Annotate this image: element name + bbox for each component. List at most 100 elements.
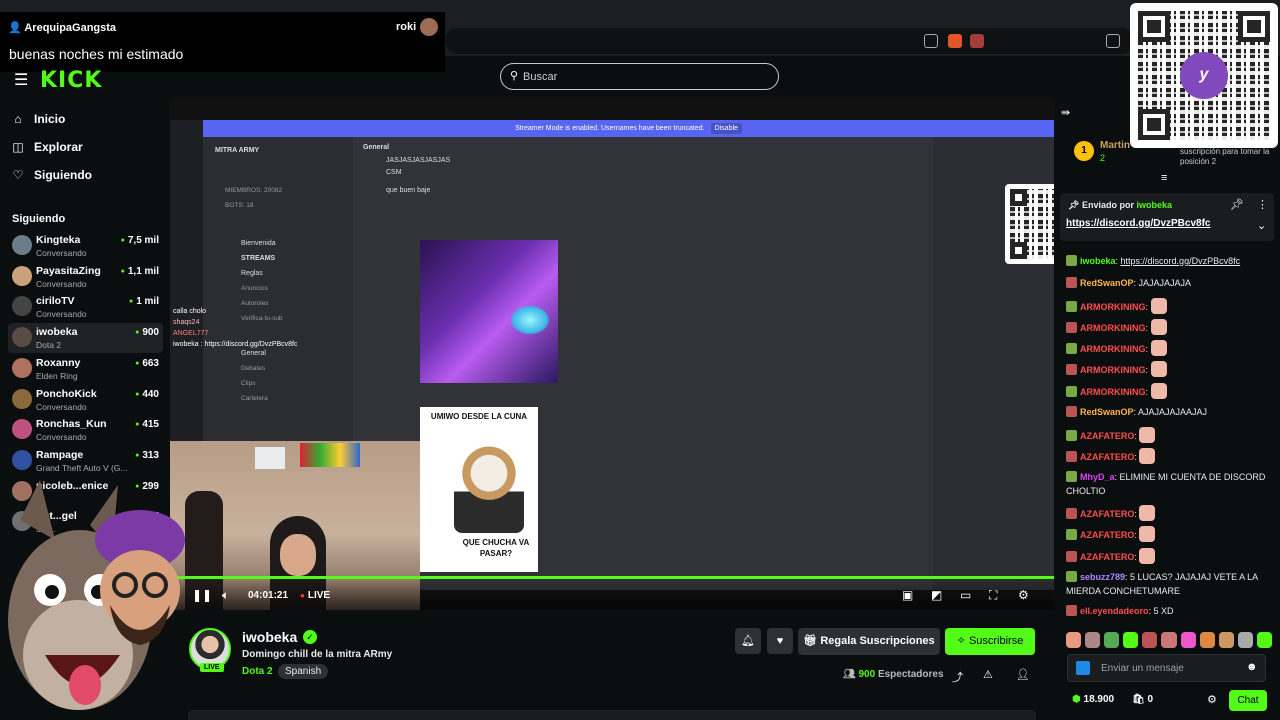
pause-icon[interactable]: ❚❚: [192, 588, 212, 602]
stream-time: 04:01:21: [248, 590, 289, 601]
search-input[interactable]: [523, 68, 763, 85]
brave-shield-icon[interactable]: [948, 34, 962, 48]
chat-input-box[interactable]: ☻: [1067, 654, 1266, 682]
chat-send-button[interactable]: Chat: [1229, 690, 1267, 711]
pip-icon[interactable]: ▣: [902, 588, 913, 602]
emote-icon[interactable]: [1066, 632, 1082, 648]
badge-icon: [1066, 277, 1077, 288]
gift-subs-button[interactable]: 🎁︎ Regala Suscripciones: [798, 628, 940, 655]
chat-username[interactable]: ARMORKINING: [1080, 387, 1146, 397]
emote-icon[interactable]: [1161, 632, 1177, 648]
following-item[interactable]: iwobekaDota 2 900: [8, 323, 163, 354]
search-box[interactable]: ⚲: [500, 63, 779, 90]
filter-icon[interactable]: ≡: [1161, 172, 1167, 184]
emote-icon[interactable]: [1256, 632, 1273, 648]
following-viewers: 663: [135, 358, 159, 369]
report-icon[interactable]: ⚠: [983, 668, 993, 681]
menu-icon[interactable]: ☰: [14, 70, 28, 90]
top-gifter-rank: 1: [1074, 141, 1094, 161]
chat-username[interactable]: iwobeka: [1080, 256, 1116, 266]
chat-username[interactable]: ARMORKINING: [1080, 302, 1146, 312]
chat-username[interactable]: AZAFATERO: [1080, 431, 1134, 441]
following-item[interactable]: PonchoKickConversando 440: [8, 385, 163, 415]
emote-icon[interactable]: [1237, 632, 1253, 648]
chat-username[interactable]: RedSwanOP: [1080, 407, 1134, 417]
following-viewers: 1,1 mil: [121, 266, 159, 277]
volume-icon[interactable]: 🔈︎: [222, 588, 229, 603]
chat-input[interactable]: [1101, 661, 1241, 676]
badge-icon: [1066, 406, 1077, 417]
sidebar-item-explorar[interactable]: ◫ Explorar: [12, 140, 82, 154]
following-item[interactable]: Ronchas_KunConversando 415: [8, 415, 163, 445]
chat-username[interactable]: AZAFATERO: [1080, 509, 1134, 519]
chat-username[interactable]: AZAFATERO: [1080, 530, 1134, 540]
sidebar-item-siguiendo[interactable]: ♡ Siguiendo: [12, 168, 92, 182]
chevron-down-icon[interactable]: ⌄: [1257, 219, 1266, 232]
following-item[interactable]: ciriloTVConversando 1 mil: [8, 292, 163, 322]
chat-text[interactable]: https://discord.gg/DvzPBcv8fc: [1121, 256, 1241, 266]
language-tag[interactable]: Spanish: [278, 664, 329, 679]
following-viewers: 7,5 mil: [121, 235, 159, 246]
subscribe-button[interactable]: ✧ Suscribirse: [945, 628, 1035, 655]
emote-icon[interactable]: [1218, 632, 1234, 648]
pinned-link[interactable]: https://discord.gg/DvzPBcv8fc: [1066, 218, 1210, 229]
chat-username[interactable]: RedSwanOP: [1080, 278, 1134, 288]
more-options-icon[interactable]: ⋮: [1257, 198, 1268, 211]
settings-icon[interactable]: ⚙: [1018, 588, 1029, 602]
tab-manager-icon[interactable]: [1106, 34, 1120, 48]
chat-username[interactable]: MhyD_a: [1080, 472, 1115, 482]
chat-username[interactable]: ell.eyendadeoro: [1080, 606, 1149, 616]
emote-icon[interactable]: [1123, 632, 1139, 648]
share-icon[interactable]: [924, 34, 938, 48]
following-item[interactable]: RampageGrand Theft Auto V (G... 313: [8, 446, 163, 476]
clip-icon[interactable]: ◩: [931, 588, 942, 602]
avatar: [12, 296, 32, 317]
chat-username[interactable]: AZAFATERO: [1080, 552, 1134, 562]
emote-icon[interactable]: [1085, 632, 1101, 648]
chat-settings-icon[interactable]: ⚙: [1207, 693, 1217, 706]
avatar: [12, 357, 32, 378]
kick-logo[interactable]: KICK: [40, 68, 102, 93]
chat-text: 5 XD: [1153, 606, 1174, 616]
sidebar-item-inicio[interactable]: ⌂ Inicio: [12, 112, 65, 126]
chat-username[interactable]: ARMORKINING: [1080, 323, 1146, 333]
kicks-balance[interactable]: 🛍︎ 0: [1132, 694, 1153, 705]
badge-icon: [1066, 386, 1077, 397]
channel-points[interactable]: ⬢ 18.900: [1072, 694, 1114, 705]
category-link[interactable]: Dota 2: [242, 666, 273, 677]
channel-name[interactable]: iwobeka: [242, 629, 297, 645]
browser-url-bar[interactable]: [445, 28, 1135, 54]
following-name: ciriloTV: [36, 295, 75, 308]
emoji-icon[interactable]: ☻: [1246, 661, 1258, 673]
fullscreen-icon[interactable]: ⛶: [989, 588, 997, 603]
chat-username[interactable]: ARMORKINING: [1080, 365, 1146, 375]
following-item[interactable]: Kingteka Conversando 7,5 mil: [8, 231, 163, 261]
chat-username[interactable]: ARMORKINING: [1080, 344, 1146, 354]
share-icon[interactable]: ⤴: [952, 669, 963, 685]
chat-username[interactable]: AZAFATERO: [1080, 452, 1134, 462]
chat-username[interactable]: sebuzz789: [1080, 572, 1125, 582]
follow-button[interactable]: ♥: [767, 628, 793, 654]
following-name: Roxanny: [36, 356, 81, 369]
chat-message: iwobeka: https://discord.gg/DvzPBcv8fc: [1066, 254, 1272, 268]
donkey-mascot-image: [8, 480, 185, 710]
chat-message: AZAFATERO:: [1066, 427, 1272, 443]
unpin-icon[interactable]: 📌︎: [1230, 198, 1244, 211]
following-viewers: 440: [135, 389, 159, 400]
emote-icon[interactable]: [1104, 632, 1120, 648]
emote-icon[interactable]: [1142, 632, 1158, 648]
top-gifter-count: 2: [1100, 153, 1106, 163]
theater-mode-icon[interactable]: ▭: [960, 588, 971, 602]
emote-icon[interactable]: [1180, 632, 1196, 648]
emote-icon: [1150, 298, 1167, 314]
following-item[interactable]: RoxannyElden Ring 663: [8, 354, 163, 384]
pinned-message[interactable]: 📌︎ Enviado por iwobeka https://discord.g…: [1060, 193, 1274, 241]
notification-bell-button[interactable]: 🔔︎: [735, 628, 761, 654]
following-item[interactable]: PayasitaZingConversando 1,1 mil: [8, 262, 163, 292]
video-player[interactable]: Streamer Mode is enabled. Usernames have…: [170, 98, 1054, 610]
collapse-chat-icon[interactable]: ⇛: [1061, 106, 1070, 119]
brave-rewards-icon[interactable]: [970, 34, 984, 48]
user-settings-icon[interactable]: 👤︎: [1016, 668, 1030, 681]
search-icon: ⚲: [510, 70, 519, 82]
emote-icon[interactable]: [1199, 632, 1215, 648]
